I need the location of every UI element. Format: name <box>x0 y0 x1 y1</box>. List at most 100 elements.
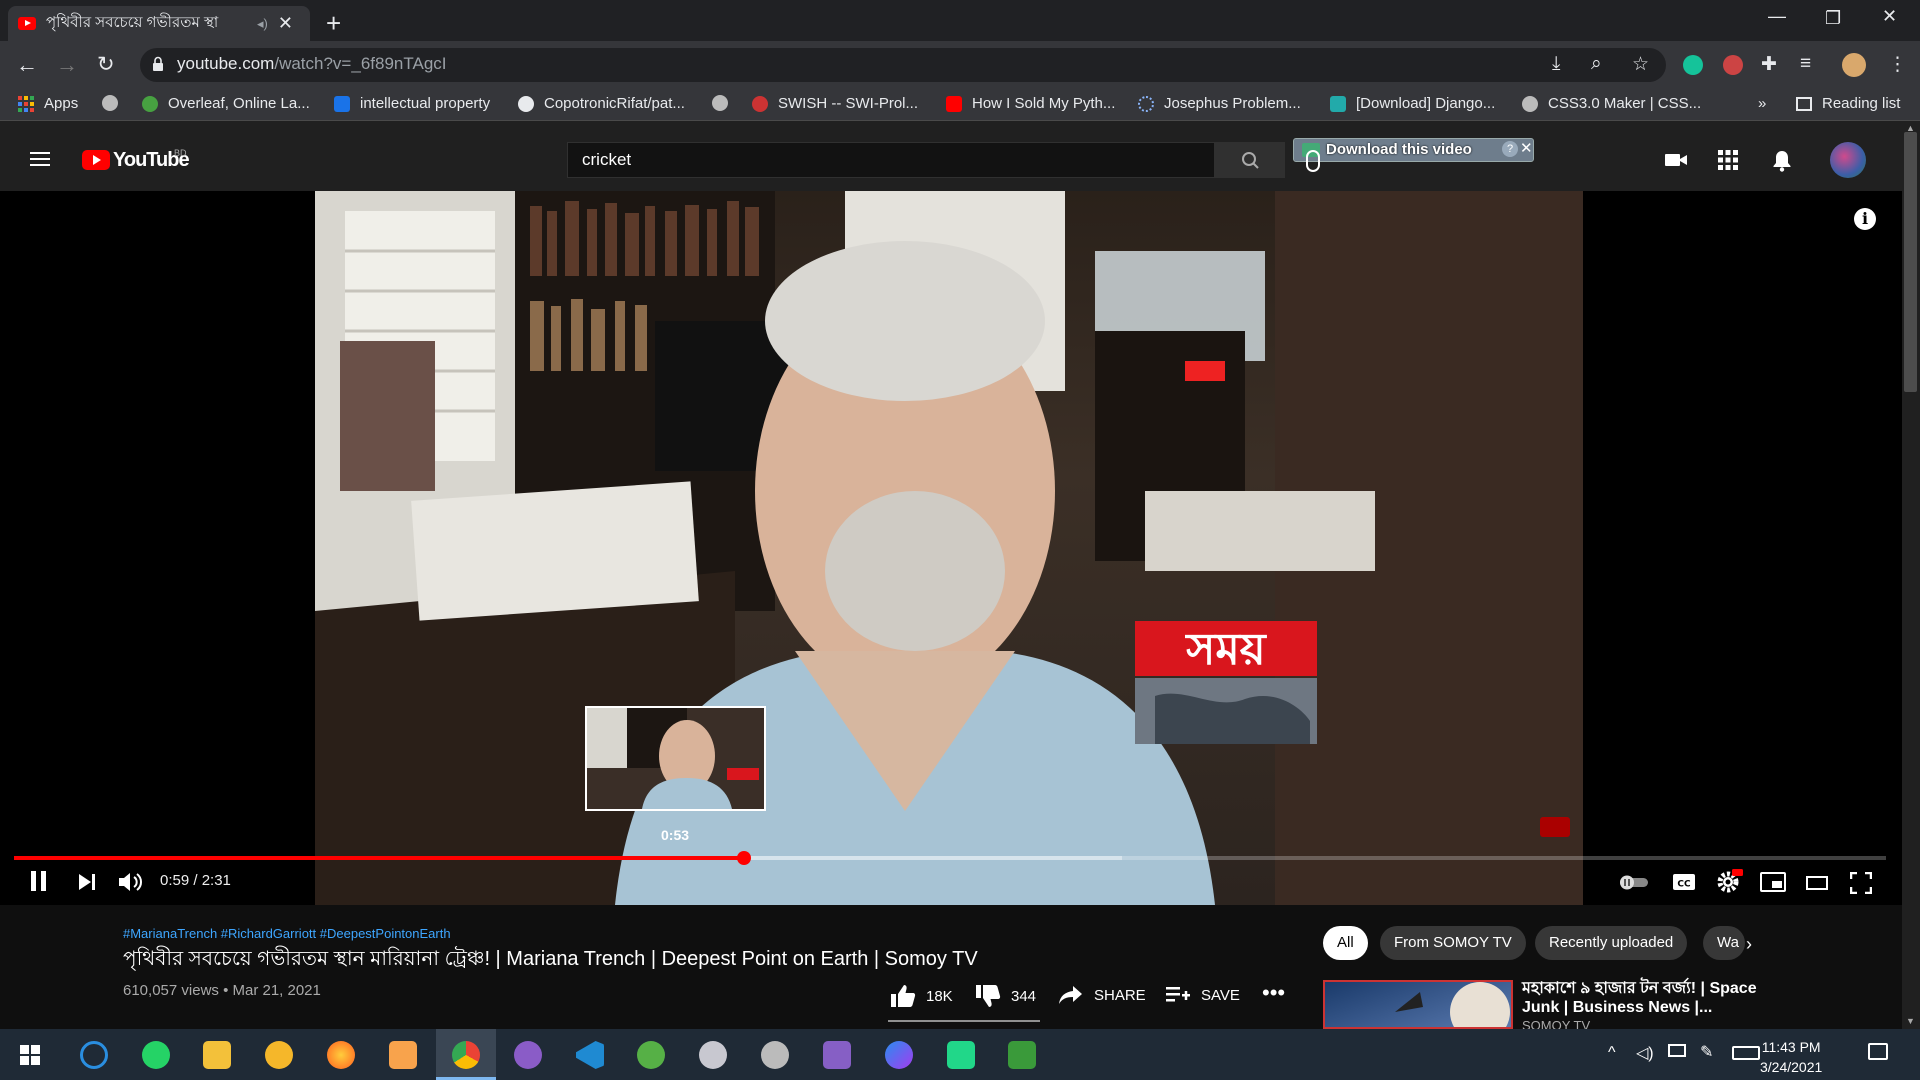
windows-start-icon[interactable] <box>20 1045 40 1065</box>
reading-list-button[interactable]: Reading list <box>1796 95 1900 112</box>
extensions-puzzle-icon[interactable]: ✚ <box>1761 53 1777 76</box>
bookmark-django[interactable]: [Download] Django... <box>1330 95 1495 112</box>
download-video-label[interactable]: Download this video <box>1326 141 1472 158</box>
restore-icon[interactable]: ❐ <box>1825 8 1841 29</box>
chip-partial[interactable]: Wa <box>1703 926 1745 960</box>
hamburger-menu-icon[interactable] <box>30 152 50 166</box>
window-close-icon[interactable]: ✕ <box>1882 6 1897 27</box>
bookmark-swish[interactable]: SWISH -- SWI-Prol... <box>752 95 918 112</box>
share-arrow-icon <box>1059 986 1082 1004</box>
country-code: BD <box>174 148 187 158</box>
bookmark-github[interactable]: CopotronicRifat/pat... <box>518 95 685 112</box>
settings-gear-icon[interactable] <box>1716 868 1744 894</box>
browser-tab[interactable]: পৃথিবীর সবচেয়ে গভীরতম স্থা ◂) ✕ <box>8 6 310 41</box>
download-close-icon[interactable]: ✕ <box>1520 139 1533 157</box>
extension-icon[interactable] <box>1723 55 1743 75</box>
bookmarks-overflow[interactable]: » <box>1758 95 1766 112</box>
recommendation-title[interactable]: মহাকাশে ৯ হাজার টন বর্জ্য! | Space Junk … <box>1522 979 1772 1017</box>
zoom-icon[interactable]: ⌕ <box>1591 53 1602 75</box>
search-button[interactable] <box>1215 142 1285 178</box>
video-hashtags[interactable]: #MarianaTrench #RichardGarriott #Deepest… <box>123 926 451 941</box>
firefox-icon[interactable] <box>327 1041 355 1069</box>
action-center-icon[interactable] <box>1868 1043 1888 1060</box>
bookmark-globe-2[interactable] <box>712 95 738 111</box>
help-icon[interactable]: ? <box>1502 141 1518 157</box>
bookmark-josephus[interactable]: Josephus Problem... <box>1138 95 1301 112</box>
bookmark-label: [Download] Django... <box>1356 95 1496 112</box>
app-icon-3[interactable] <box>637 1041 665 1069</box>
system-clock[interactable]: 11:43 PM 3/24/2021 <box>1760 1037 1822 1077</box>
notifications-bell-icon[interactable] <box>1772 150 1792 172</box>
cortana-icon[interactable] <box>80 1041 108 1069</box>
github-desktop-icon[interactable] <box>514 1041 542 1069</box>
progress-scrubber-handle[interactable] <box>737 851 751 865</box>
app-icon-6[interactable] <box>1008 1041 1036 1069</box>
info-icon[interactable]: i <box>1854 208 1876 230</box>
install-icon[interactable]: ⤓ <box>1552 53 1560 75</box>
chip-from-somoy-tv[interactable]: From SOMOY TV <box>1380 926 1526 960</box>
whatsapp-icon[interactable] <box>142 1041 170 1069</box>
recommendation-thumbnail[interactable] <box>1323 980 1513 1029</box>
chips-next-icon[interactable]: › <box>1746 934 1752 955</box>
media-controls-icon[interactable]: ≡ <box>1800 53 1811 75</box>
theater-mode-icon[interactable] <box>1806 876 1828 890</box>
bookmark-globe[interactable] <box>102 95 128 111</box>
app-icon-4[interactable] <box>699 1041 727 1069</box>
chip-all[interactable]: All <box>1323 926 1368 960</box>
url-text[interactable]: youtube.com/watch?v=_6f89nTAgcI <box>177 54 447 74</box>
search-input-value[interactable]: cricket <box>582 150 631 170</box>
bookmark-intellectual-property[interactable]: intellectual property <box>334 95 490 112</box>
save-button[interactable]: SAVE <box>1165 984 1240 1006</box>
app-icon-5[interactable] <box>761 1041 789 1069</box>
file-explorer-icon[interactable] <box>203 1041 231 1069</box>
apps-grid-icon[interactable] <box>1718 150 1738 170</box>
scroll-down-icon[interactable]: ▼ <box>1906 1016 1915 1026</box>
keyboard-icon[interactable] <box>1732 1046 1760 1060</box>
bookmark-overleaf[interactable]: Overleaf, Online La... <box>142 95 310 112</box>
account-avatar[interactable] <box>1830 142 1866 178</box>
bookmark-star-icon[interactable]: ☆ <box>1632 53 1649 76</box>
share-button[interactable]: SHARE <box>1058 984 1146 1006</box>
pause-icon[interactable] <box>30 870 48 892</box>
pycharm-icon[interactable] <box>947 1041 975 1069</box>
fullscreen-icon[interactable] <box>1850 872 1872 894</box>
microphone-icon[interactable] <box>1306 150 1320 172</box>
volume-icon[interactable] <box>118 871 144 893</box>
app-icon[interactable] <box>265 1041 293 1069</box>
like-button[interactable]: 18K <box>890 984 953 1008</box>
minimize-icon[interactable]: — <box>1768 6 1786 27</box>
more-actions-icon[interactable]: ••• <box>1262 980 1285 1006</box>
scrollbar-thumb[interactable] <box>1904 132 1917 392</box>
bookmark-youtube[interactable]: How I Sold My Pyth... <box>946 95 1115 112</box>
lock-icon[interactable] <box>152 56 164 72</box>
search-input[interactable] <box>567 142 1215 178</box>
back-icon[interactable]: ← <box>16 52 38 78</box>
reload-icon[interactable]: ↻ <box>97 52 115 77</box>
profile-avatar[interactable] <box>1842 53 1866 77</box>
pen-icon[interactable]: ✎ <box>1700 1042 1713 1062</box>
captions-icon[interactable]: CC <box>1672 872 1696 892</box>
menu-kebab-icon[interactable]: ⋮ <box>1888 53 1907 76</box>
grammarly-icon[interactable] <box>1683 55 1703 75</box>
bookmark-css3-maker[interactable]: CSS3.0 Maker | CSS... <box>1522 95 1701 112</box>
network-icon[interactable] <box>1668 1044 1686 1057</box>
messenger-icon[interactable] <box>885 1041 913 1069</box>
chrome-icon[interactable] <box>452 1041 480 1069</box>
new-tab-button[interactable]: + <box>326 8 341 39</box>
video-frame[interactable]: সময় <box>315 191 1583 905</box>
tab-audio-icon[interactable]: ◂) <box>257 16 268 32</box>
autoplay-toggle[interactable] <box>1618 874 1650 890</box>
create-video-icon[interactable] <box>1664 150 1688 170</box>
dislike-button[interactable]: 344 <box>975 984 1036 1008</box>
youtube-logo-icon[interactable] <box>82 150 110 170</box>
bookmark-apps[interactable]: Apps <box>18 95 78 112</box>
forward-icon[interactable]: → <box>56 52 78 78</box>
tab-close-icon[interactable]: ✕ <box>278 13 293 34</box>
chip-recently-uploaded[interactable]: Recently uploaded <box>1535 926 1688 960</box>
volume-tray-icon[interactable]: ◁) <box>1636 1043 1654 1063</box>
next-video-icon[interactable] <box>78 873 96 891</box>
tray-chevron-icon[interactable]: ^ <box>1608 1044 1616 1062</box>
visual-studio-icon[interactable] <box>823 1041 851 1069</box>
app-icon-2[interactable] <box>389 1041 417 1069</box>
miniplayer-icon[interactable] <box>1760 872 1786 892</box>
